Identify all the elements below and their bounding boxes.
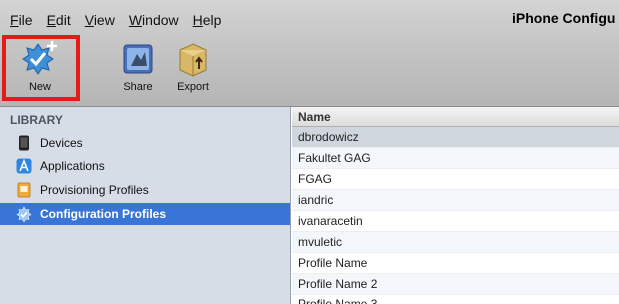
menu-file[interactable]: File: [10, 12, 33, 28]
list-item[interactable]: Profile Name 3: [292, 295, 619, 304]
list-item[interactable]: Fakultet GAG: [292, 148, 619, 169]
list-item[interactable]: Profile Name 2: [292, 274, 619, 295]
share-button[interactable]: Share: [108, 40, 168, 98]
menu-edit-mnemonic: E: [46, 12, 56, 28]
toolbar-area: File Edit View Window Help iPhone Config…: [0, 0, 619, 107]
menu-bar: File Edit View Window Help: [10, 12, 235, 28]
list-item[interactable]: ivanaracetin: [292, 211, 619, 232]
sidebar-item-label: Applications: [40, 159, 105, 173]
menu-edit[interactable]: Edit: [47, 12, 71, 28]
menu-file-mnemonic: F: [10, 12, 19, 28]
export-button-label: Export: [177, 81, 209, 93]
menu-help-rest: elp: [202, 12, 222, 28]
menu-view-rest: iew: [93, 12, 115, 28]
profile-list: Name dbrodowicz Fakultet GAG FGAG iandri…: [292, 107, 619, 304]
menu-help[interactable]: Help: [193, 12, 222, 28]
highlight-box: [2, 35, 80, 101]
menu-edit-rest: dit: [55, 12, 71, 28]
sidebar-item-label: Provisioning Profiles: [40, 183, 149, 197]
provisioning-icon: [17, 182, 31, 198]
app-title: iPhone Configu: [512, 10, 616, 26]
menu-file-rest: ile: [18, 12, 33, 28]
menu-help-mnemonic: H: [192, 12, 203, 28]
menu-window-mnemonic: W: [128, 12, 143, 28]
menu-window[interactable]: Window: [129, 12, 179, 28]
share-icon: [123, 44, 153, 74]
sidebar-item-label: Devices: [40, 136, 83, 150]
share-button-label: Share: [123, 81, 153, 93]
list-item[interactable]: Profile Name: [292, 253, 619, 274]
sidebar-item-provisioning-profiles[interactable]: Provisioning Profiles: [0, 179, 290, 201]
library-sidebar: LIBRARY Devices Applications Provisionin…: [0, 107, 291, 304]
list-item[interactable]: FGAG: [292, 169, 619, 190]
sidebar-item-applications[interactable]: Applications: [0, 155, 290, 177]
list-item[interactable]: iandric: [292, 190, 619, 211]
sidebar-item-label: Configuration Profiles: [40, 207, 166, 221]
device-icon: [19, 135, 29, 151]
export-icon: [179, 43, 207, 77]
configuration-icon: [16, 206, 32, 222]
sidebar-item-configuration-profiles[interactable]: Configuration Profiles: [0, 203, 290, 225]
list-item[interactable]: dbrodowicz: [292, 127, 619, 148]
menu-view-mnemonic: V: [84, 12, 94, 28]
column-header-name[interactable]: Name: [292, 107, 619, 127]
sidebar-item-devices[interactable]: Devices: [0, 132, 290, 154]
applications-icon: [16, 158, 32, 174]
list-item[interactable]: mvuletic: [292, 232, 619, 253]
library-header: LIBRARY: [10, 113, 63, 127]
menu-view[interactable]: View: [85, 12, 115, 28]
menu-window-rest: indow: [142, 12, 179, 28]
export-button[interactable]: Export: [163, 40, 223, 98]
